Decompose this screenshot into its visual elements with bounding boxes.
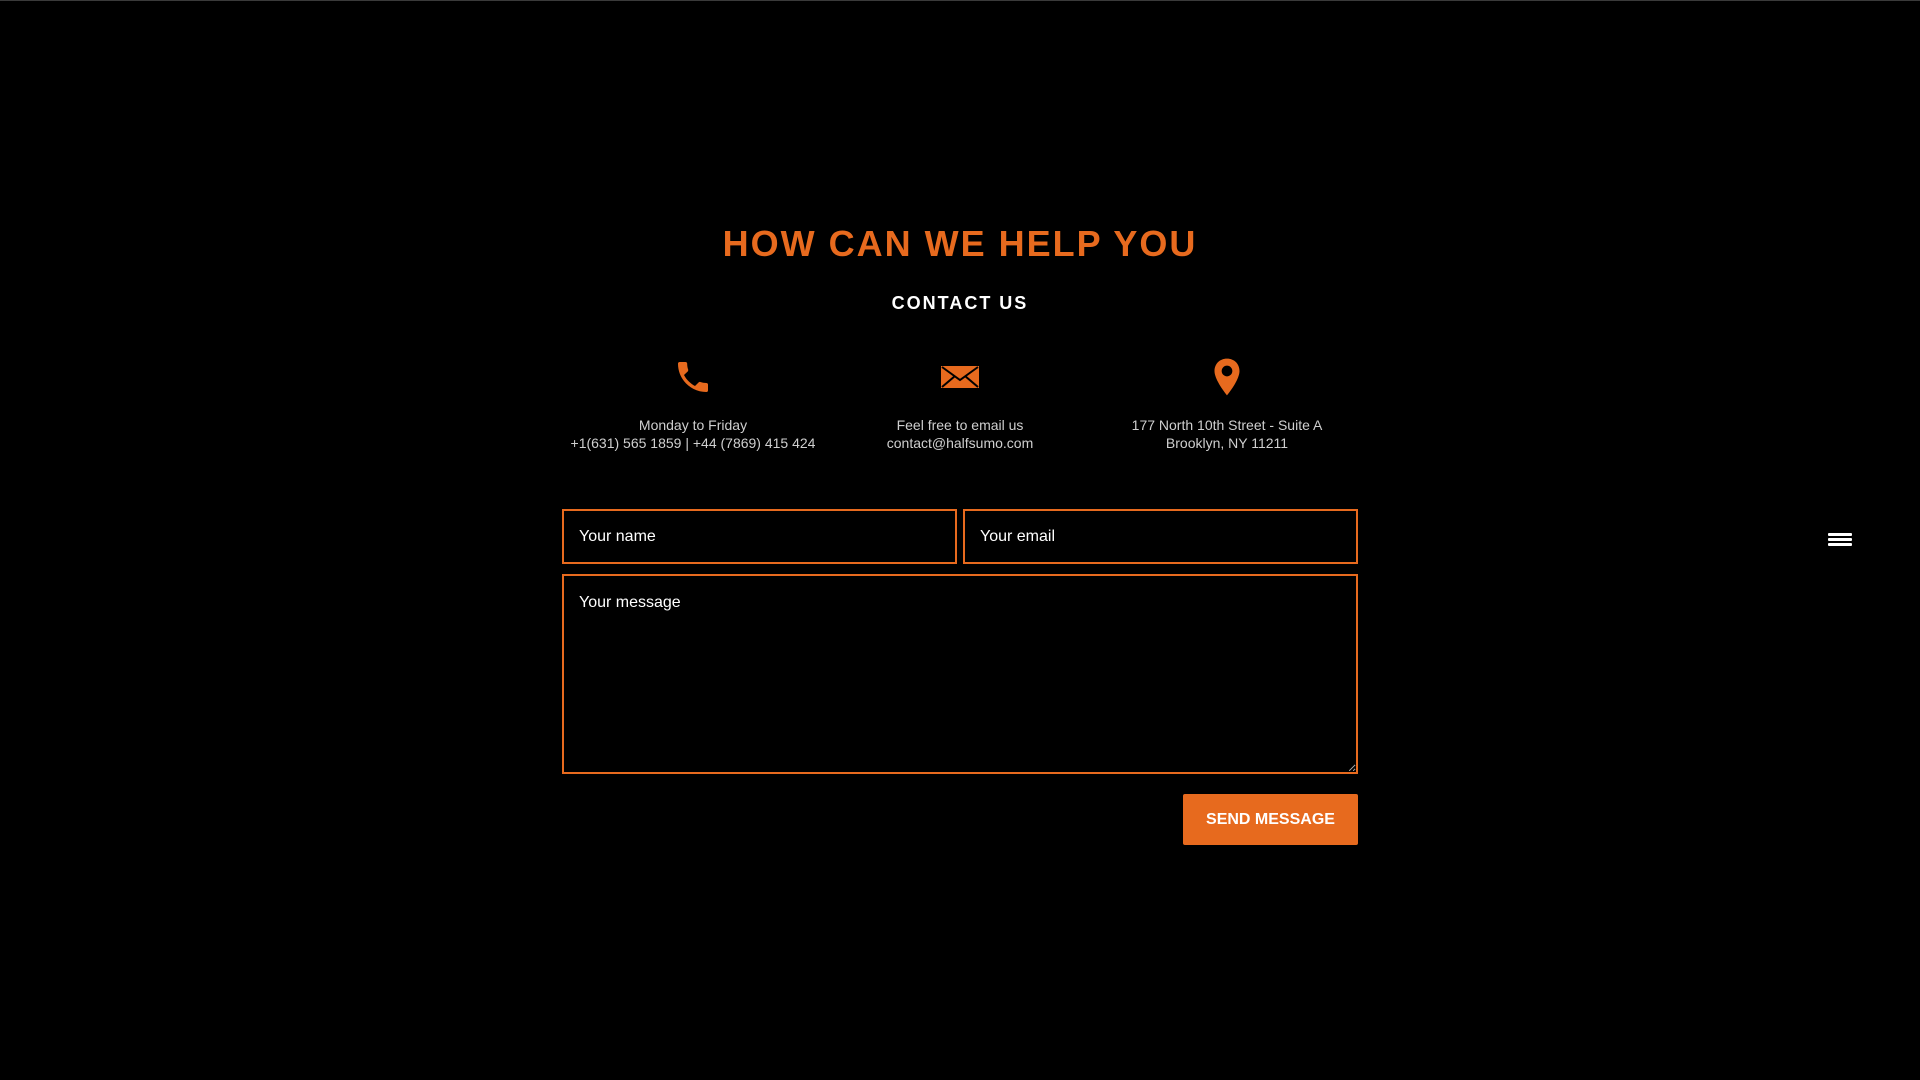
map-pin-icon xyxy=(1214,358,1240,396)
menu-bar xyxy=(1828,543,1852,546)
contact-info-email: Feel free to email us contact@halfsumo.c… xyxy=(810,356,1110,452)
contact-info-phone: Monday to Friday +1(631) 565 1859 | +44 … xyxy=(543,356,843,452)
message-textarea[interactable] xyxy=(562,574,1358,774)
page-title: HOW CAN WE HELP YOU xyxy=(722,223,1198,264)
address-street: 177 North 10th Street - Suite A xyxy=(1131,417,1323,433)
menu-bar xyxy=(1828,538,1852,541)
phone-hours: Monday to Friday xyxy=(638,417,748,433)
address-city: Brooklyn, NY 11211 xyxy=(1165,435,1289,451)
contact-info-address: 177 North 10th Street - Suite A Brooklyn… xyxy=(1077,356,1377,452)
name-input[interactable] xyxy=(562,509,957,564)
hamburger-menu-icon[interactable] xyxy=(1828,533,1852,549)
email-input[interactable] xyxy=(963,509,1358,564)
email-address: contact@halfsumo.com xyxy=(886,435,1034,451)
section-subtitle: CONTACT US xyxy=(891,293,1029,313)
menu-bar xyxy=(1828,533,1852,536)
send-message-button[interactable]: SEND MESSAGE xyxy=(1183,794,1358,845)
envelope-icon xyxy=(941,366,979,388)
contact-page: HOW CAN WE HELP YOU CONTACT US Monday to… xyxy=(0,0,1920,1080)
phone-icon xyxy=(678,362,708,392)
email-caption: Feel free to email us xyxy=(896,417,1024,433)
phone-numbers: +1(631) 565 1859 | +44 (7869) 415 424 xyxy=(570,435,816,451)
